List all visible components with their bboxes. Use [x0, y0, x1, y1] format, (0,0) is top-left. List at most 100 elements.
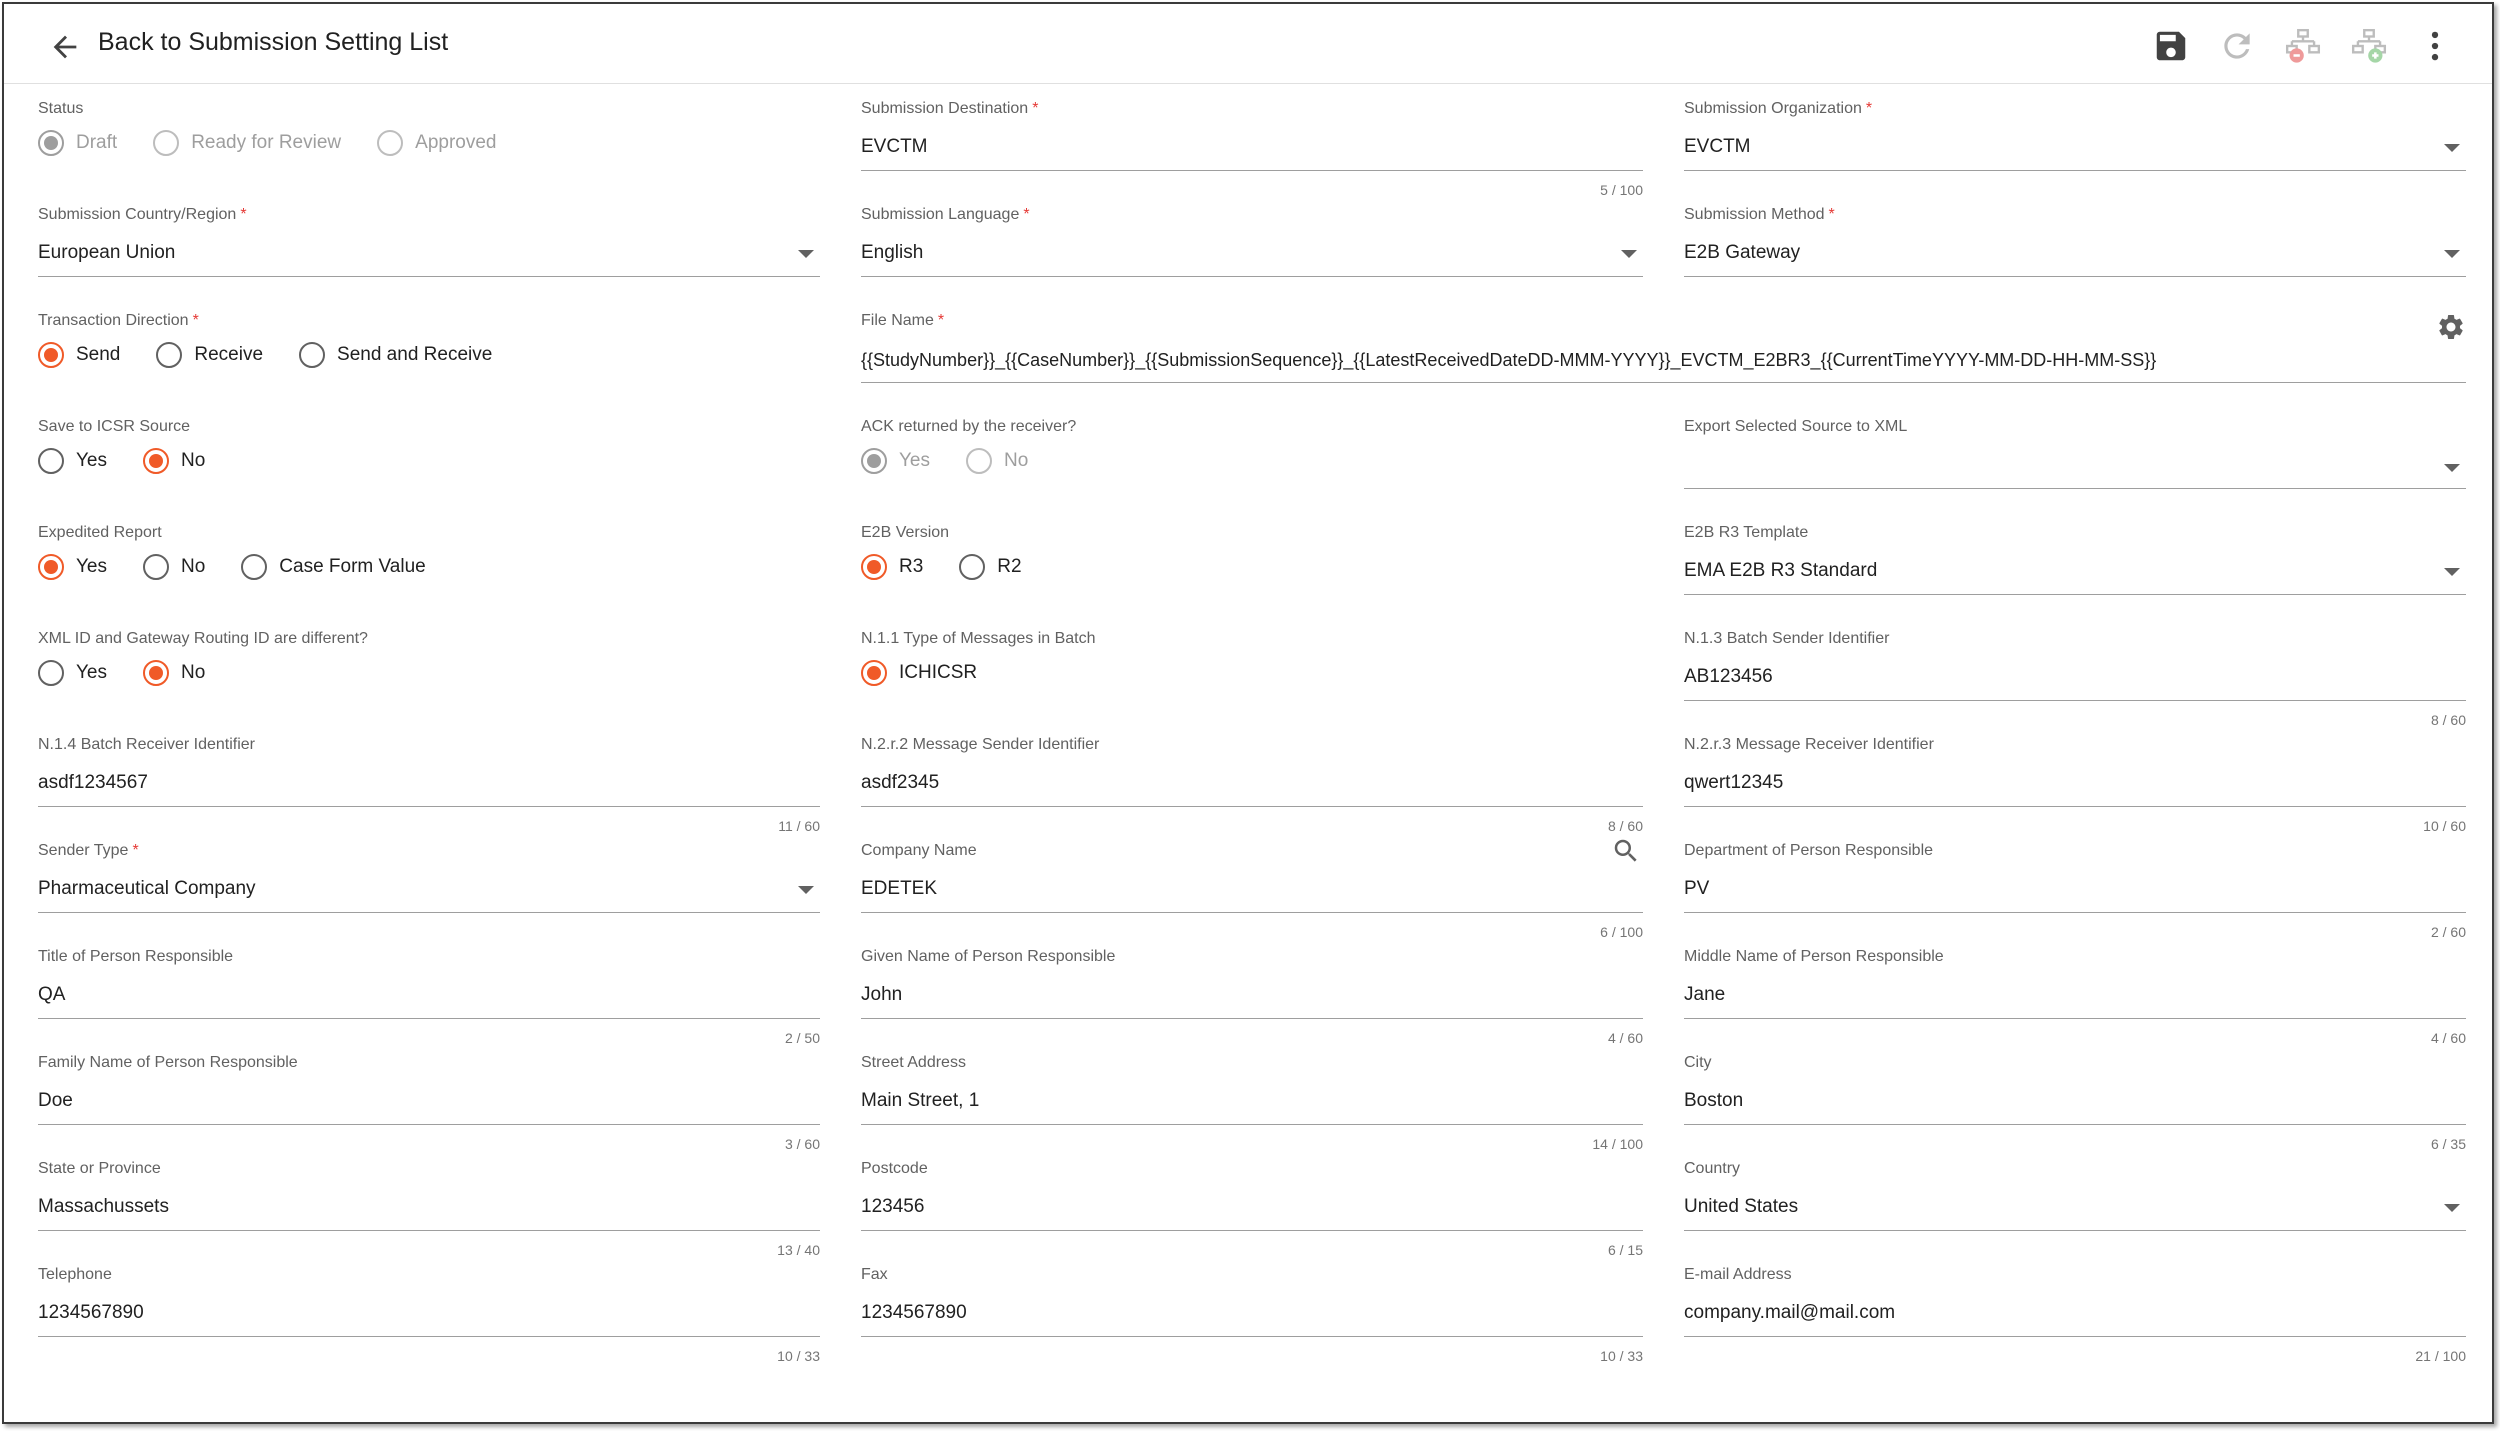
dropdown-arrow-icon[interactable] — [2444, 250, 2460, 258]
dropdown-arrow-icon[interactable] — [798, 250, 814, 258]
radio-circle — [143, 660, 169, 686]
field-value: asdf2345 — [861, 772, 940, 793]
field-value: 1234567890 — [38, 1302, 144, 1323]
radio-circle — [959, 554, 986, 580]
radio-circle — [143, 554, 169, 580]
char-counter: 8 / 60 — [2430, 712, 2466, 728]
dropdown-arrow-icon[interactable] — [2444, 464, 2460, 472]
char-counter: 2 / 60 — [2430, 924, 2466, 940]
char-counter: 6 / 35 — [2430, 1136, 2466, 1152]
field-label: Submission Language — [861, 206, 1020, 223]
dropdown-arrow-icon[interactable] — [2444, 568, 2460, 576]
field-label: City — [1684, 1054, 1712, 1071]
save-icsr-yes-radio[interactable]: Yes — [38, 448, 107, 474]
field-label: Street Address — [861, 1054, 966, 1071]
field-label: N.1.4 Batch Receiver Identifier — [38, 736, 255, 753]
dropdown-arrow-icon[interactable] — [2444, 144, 2460, 152]
expedited-no-radio[interactable]: No — [143, 554, 205, 580]
field-value: EVCTM — [1684, 136, 1751, 157]
field-label: Middle Name of Person Responsible — [1684, 948, 1944, 965]
field-label: E2B R3 Template — [1684, 524, 1809, 541]
radio-circle — [861, 554, 887, 580]
direction-send-radio[interactable]: Send — [38, 342, 120, 368]
top-bar: Back to Submission Setting List — [4, 4, 2492, 84]
save-icon[interactable] — [2152, 27, 2190, 65]
status-draft-radio[interactable]: Draft — [38, 130, 117, 156]
field-value: {{StudyNumber}}_{{CaseNumber}}_{{Submiss… — [861, 350, 2157, 370]
gear-icon[interactable] — [2436, 312, 2466, 342]
field-label: Submission Country/Region — [38, 206, 237, 223]
sitemap-remove-icon[interactable] — [2284, 27, 2322, 65]
radio-circle — [156, 342, 183, 368]
field-label: Expedited Report — [38, 524, 162, 541]
underline — [861, 382, 2466, 383]
field-value: 1234567890 — [861, 1302, 967, 1323]
direction-send-receive-radio[interactable]: Send and Receive — [299, 342, 492, 368]
radio-circle — [861, 660, 887, 686]
save-icsr-no-radio[interactable]: No — [143, 448, 205, 474]
field-label: N.2.r.2 Message Sender Identifier — [861, 736, 1100, 753]
underline — [1684, 594, 2466, 595]
e2b-r3-radio[interactable]: R3 — [861, 554, 923, 580]
char-counter: 11 / 60 — [778, 818, 820, 834]
field-value: Pharmaceutical Company — [38, 878, 256, 899]
field-label: Company Name — [861, 842, 977, 859]
field-label: XML ID and Gateway Routing ID are differ… — [38, 630, 368, 647]
field-value: Jane — [1684, 984, 1726, 1005]
field-label: File Name — [861, 312, 934, 329]
more-vert-icon[interactable] — [2416, 27, 2454, 65]
field-value: asdf1234567 — [38, 772, 148, 793]
status-ready-radio[interactable]: Ready for Review — [153, 130, 341, 156]
radio-circle — [38, 448, 64, 474]
status-approved-radio[interactable]: Approved — [377, 130, 496, 156]
field-value: English — [861, 242, 924, 263]
radio-circle — [38, 130, 64, 156]
field-label: Department of Person Responsible — [1684, 842, 1934, 859]
field-label: N.1.1 Type of Messages in Batch — [861, 630, 1096, 647]
field-label: Postcode — [861, 1160, 928, 1177]
xml-id-yes-radio[interactable]: Yes — [38, 660, 107, 686]
char-counter: 10 / 33 — [777, 1348, 820, 1364]
ichicsr-radio[interactable]: ICHICSR — [861, 660, 977, 686]
expedited-yes-radio[interactable]: Yes — [38, 554, 107, 580]
underline — [1684, 700, 2466, 701]
underline — [1684, 912, 2466, 913]
arrow-back-icon[interactable] — [48, 30, 82, 64]
underline — [38, 912, 820, 913]
field-label: Export Selected Source to XML — [1684, 418, 1908, 435]
field-label: N.2.r.3 Message Receiver Identifier — [1684, 736, 1934, 753]
underline — [1684, 1124, 2466, 1125]
ack-yes-radio[interactable]: Yes — [861, 448, 930, 474]
field-value: Doe — [38, 1090, 73, 1111]
back-to-list-link[interactable]: Back to Submission Setting List — [98, 28, 448, 57]
expedited-case-form-radio[interactable]: Case Form Value — [241, 554, 426, 580]
ack-no-radio[interactable]: No — [966, 448, 1028, 474]
underline — [861, 1124, 1643, 1125]
char-counter: 6 / 15 — [1607, 1242, 1643, 1258]
xml-id-no-radio[interactable]: No — [143, 660, 205, 686]
field-value: company.mail@mail.com — [1684, 1302, 1896, 1323]
field-value: EMA E2B R3 Standard — [1684, 560, 1878, 581]
field-label: Transaction Direction — [38, 312, 189, 329]
underline — [38, 1018, 820, 1019]
underline — [861, 912, 1643, 913]
field-label: State or Province — [38, 1160, 161, 1177]
refresh-icon[interactable] — [2218, 27, 2256, 65]
dropdown-arrow-icon[interactable] — [2444, 1204, 2460, 1212]
sitemap-add-icon[interactable] — [2350, 27, 2388, 65]
char-counter: 8 / 60 — [1607, 818, 1643, 834]
underline — [38, 806, 820, 807]
underline — [1684, 1230, 2466, 1231]
field-label: Title of Person Responsible — [38, 948, 234, 965]
dropdown-arrow-icon[interactable] — [798, 886, 814, 894]
field-label: Submission Destination — [861, 100, 1029, 117]
field-value: qwert12345 — [1684, 772, 1784, 793]
field-label: Sender Type — [38, 842, 129, 859]
char-counter: 10 / 60 — [2423, 818, 2466, 834]
dropdown-arrow-icon[interactable] — [1621, 250, 1637, 258]
e2b-r2-radio[interactable]: R2 — [959, 554, 1022, 580]
field-label: N.1.3 Batch Sender Identifier — [1684, 630, 1890, 647]
direction-receive-radio[interactable]: Receive — [156, 342, 263, 368]
search-icon[interactable] — [1611, 836, 1641, 866]
field-label: Telephone — [38, 1266, 112, 1283]
